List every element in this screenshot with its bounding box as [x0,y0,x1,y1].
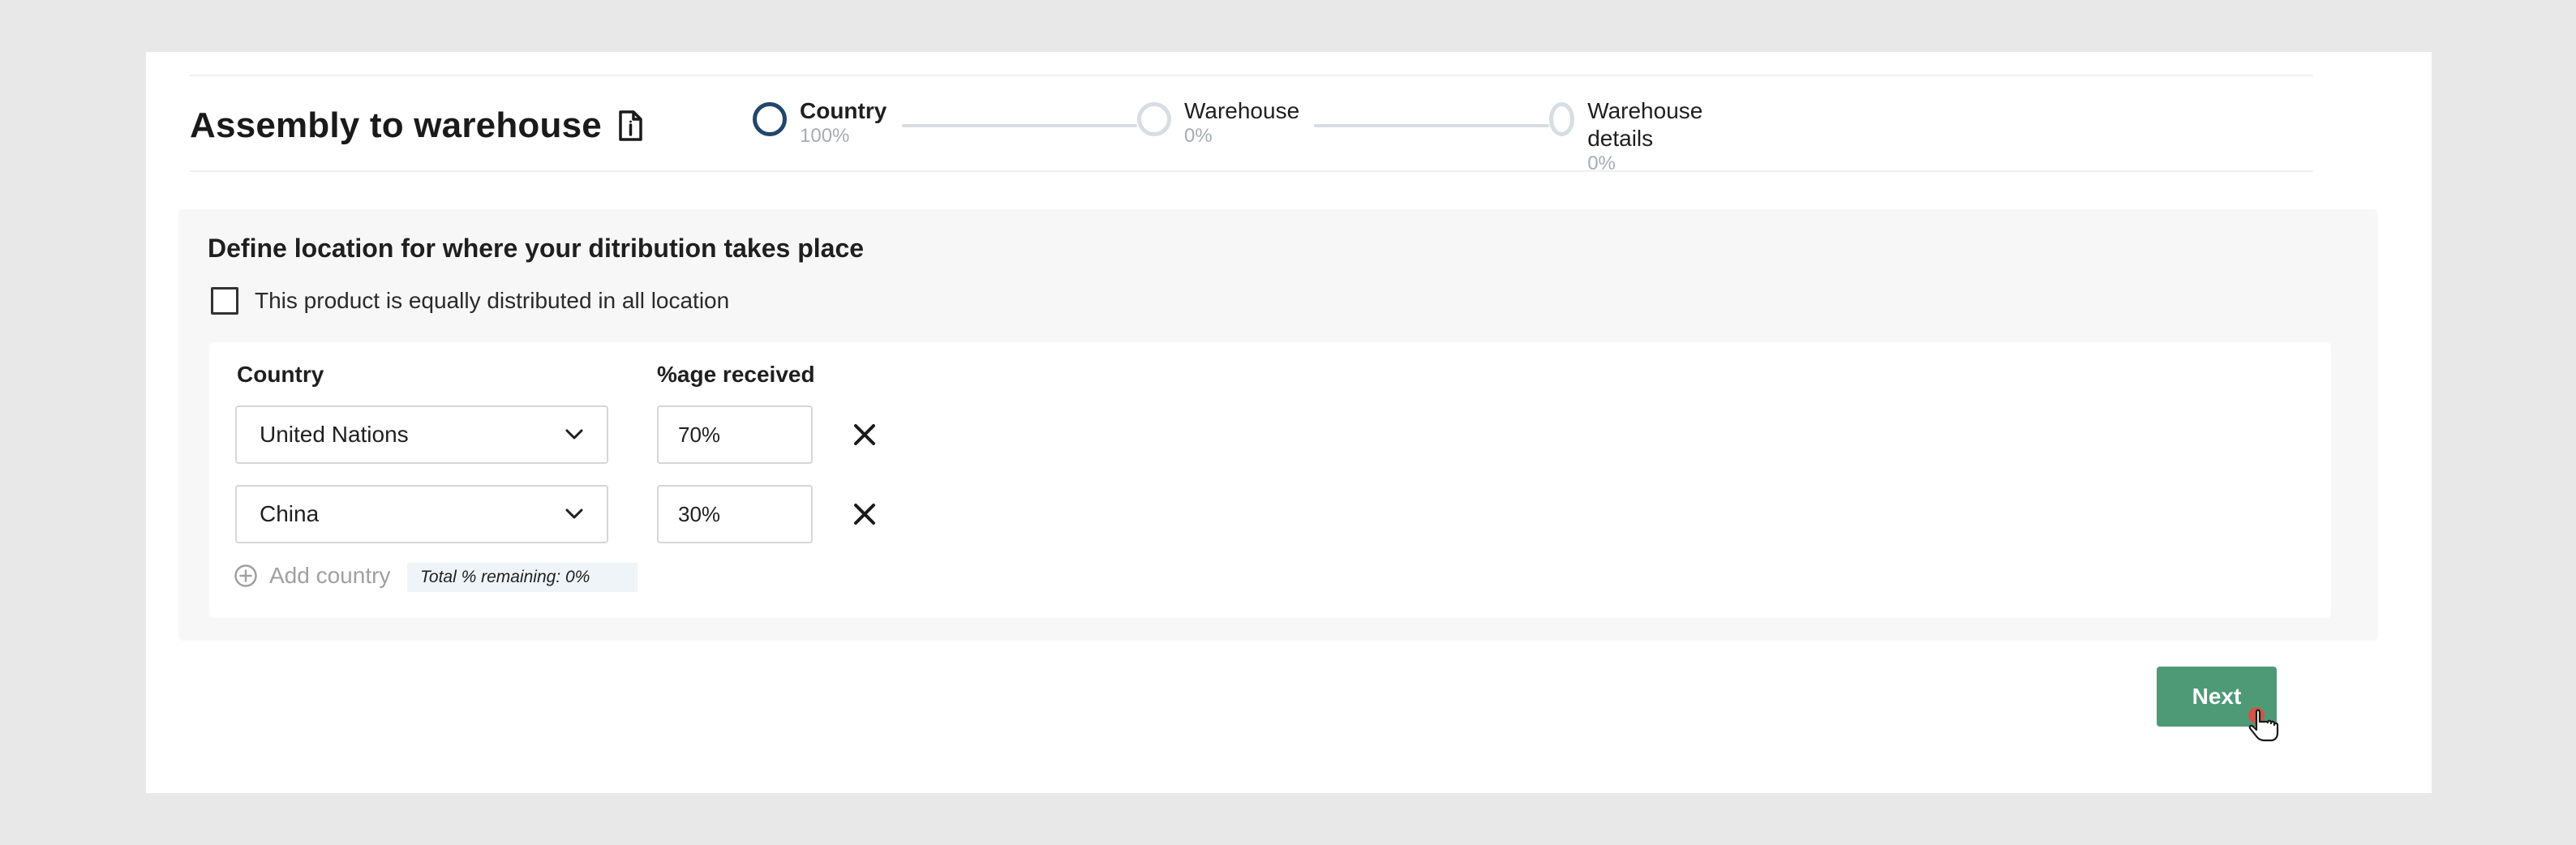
chevron-down-icon [565,508,583,519]
next-button[interactable]: Next [2157,667,2277,727]
step-warehouse-indicator [1137,102,1171,136]
step-country[interactable]: Country 100% [753,97,887,148]
country-column-header: Country [237,362,324,387]
header-divider-top [190,75,2313,76]
add-country-button[interactable]: Add country [234,563,390,589]
step-warehouse-percent: 0% [1184,125,1213,147]
equal-distribution-label: This product is equally distributed in a… [255,288,730,313]
country-select-1-value: United Nations [260,422,409,447]
page-header: Assembly to warehouse [190,97,644,154]
country-select-2-value: China [260,501,320,526]
step-warehouse-details-percent: 0% [1587,152,1616,174]
header-divider-bottom [190,170,2313,172]
step-warehouse-details-label: Warehouse details [1587,98,1703,151]
step-country-label: Country [800,98,887,123]
remove-row-2-button[interactable] [848,498,881,530]
percentage-input-2[interactable] [657,485,813,543]
step-country-indicator [753,102,787,136]
close-icon [854,504,875,525]
main-card: Assembly to warehouse Country 100% Wareh… [146,52,2432,793]
panel-heading: Define location for where your ditributi… [208,234,865,263]
remove-row-1-button[interactable] [848,418,881,451]
percentage-input-1[interactable] [657,405,813,464]
equal-distribution-option[interactable]: This product is equally distributed in a… [211,287,729,315]
country-select-2[interactable]: China [235,485,608,543]
step-warehouse-label: Warehouse [1184,98,1300,123]
step-warehouse-details[interactable]: Warehouse details 0% [1549,97,1711,175]
document-info-icon[interactable] [616,109,644,142]
country-select-1[interactable]: United Nations [235,405,608,464]
step-country-percent: 100% [800,125,850,147]
close-icon [854,424,875,445]
location-panel: Define location for where your ditributi… [178,209,2378,641]
total-remaining-badge: Total % remaining: 0% [407,563,638,592]
stepper-connector-2 [1314,124,1549,127]
percentage-column-header: %age received [657,362,815,387]
equal-distribution-checkbox[interactable] [211,287,238,315]
stepper-connector-1 [902,124,1137,127]
step-warehouse-details-indicator [1549,102,1575,136]
plus-circle-icon [234,564,257,587]
add-country-label: Add country [269,563,391,588]
chevron-down-icon [565,429,583,440]
page-title: Assembly to warehouse [190,105,602,145]
country-allocation-form: Country %age received United Nations Chi… [209,342,2331,618]
step-warehouse[interactable]: Warehouse 0% [1137,97,1299,148]
